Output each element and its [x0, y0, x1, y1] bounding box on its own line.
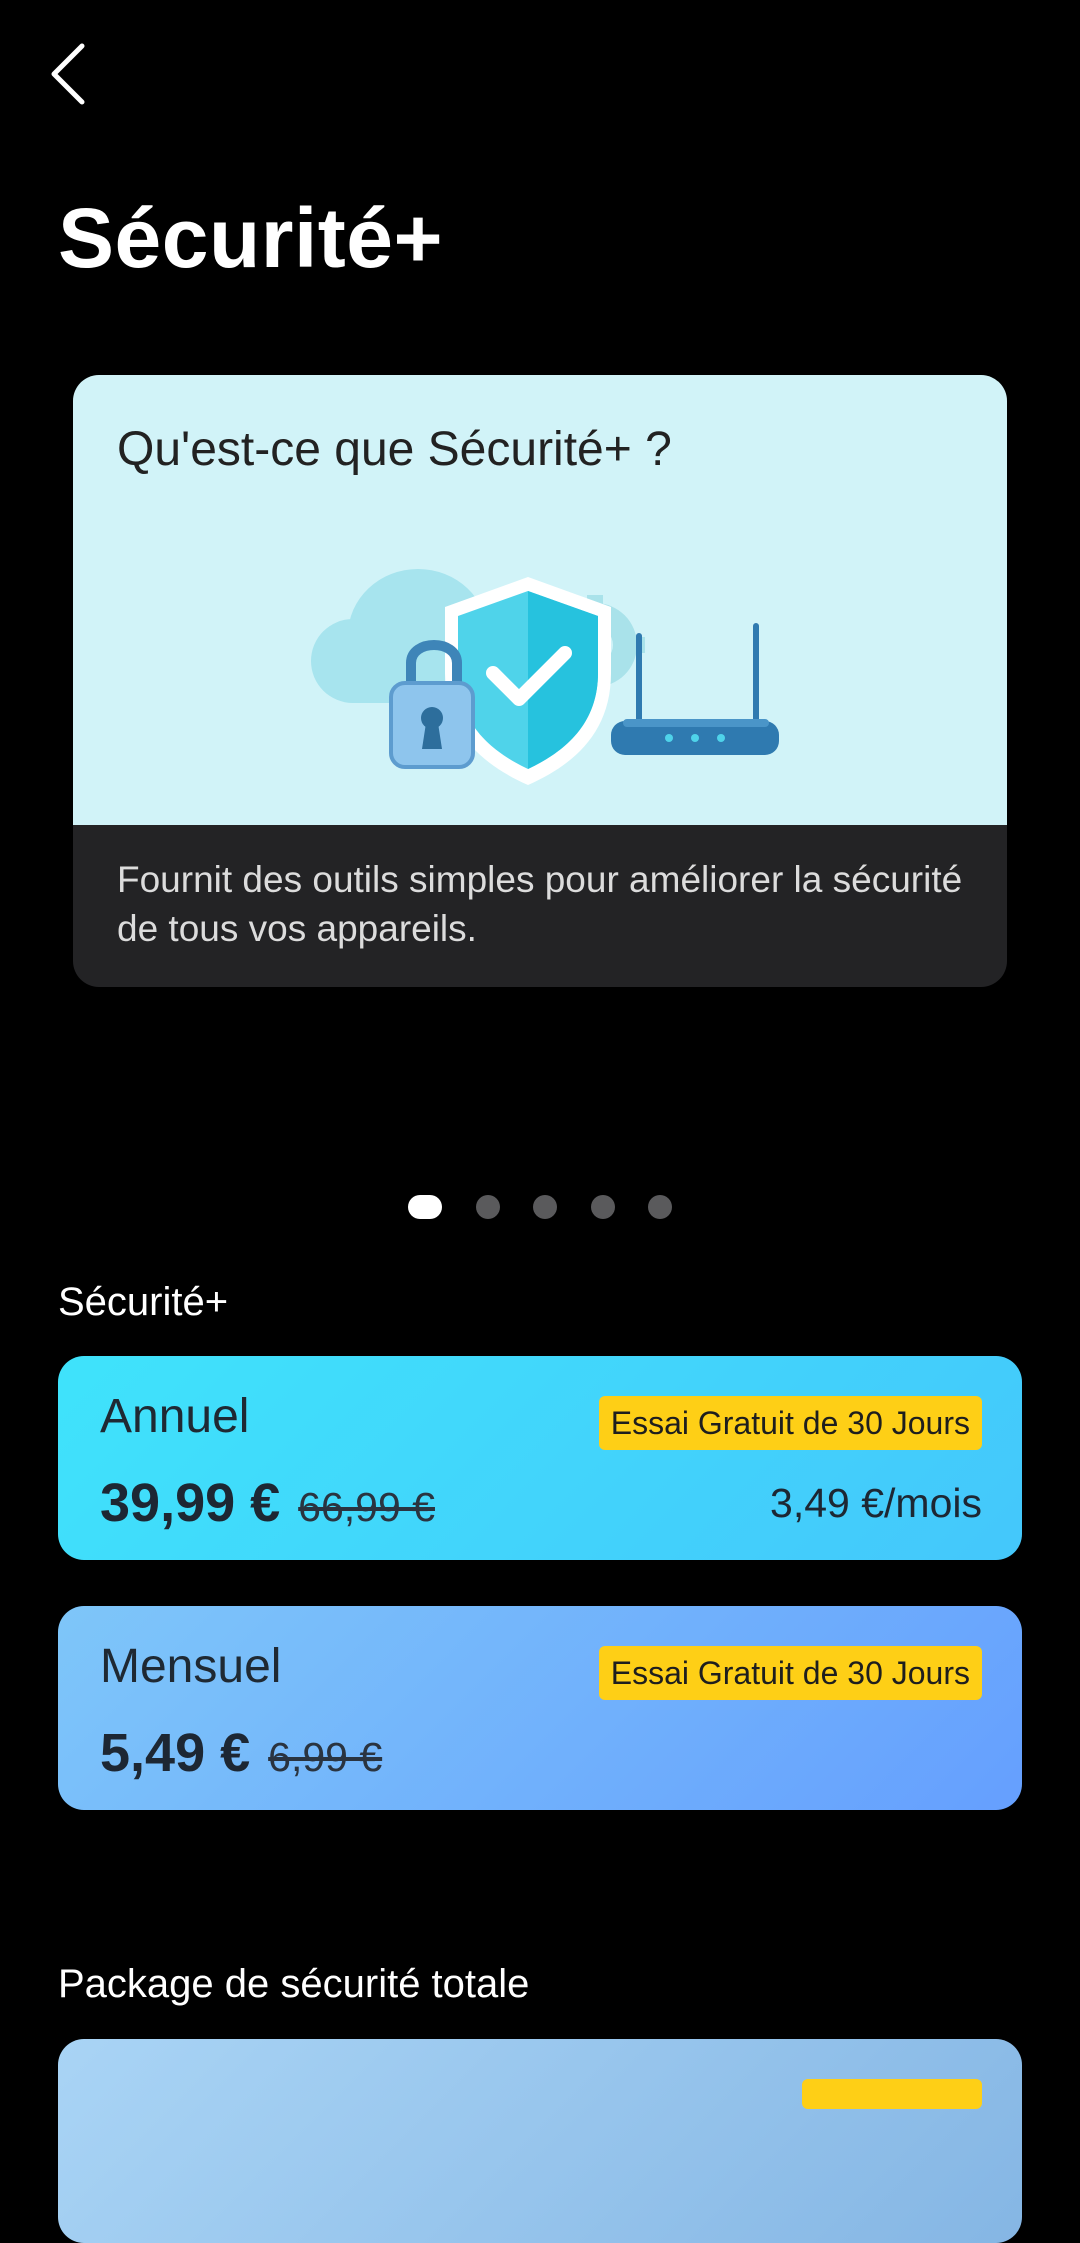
security-illustration [311, 569, 779, 785]
pager-dot[interactable] [533, 1195, 557, 1219]
page-title: Sécurité+ [58, 191, 444, 285]
feature-carousel-card[interactable]: Qu'est-ce que Sécurité+ ? Fournit des ou… [73, 375, 1007, 987]
carousel-card-top: Qu'est-ce que Sécurité+ ? [73, 375, 1007, 825]
plan-old-price: 6,99 € [268, 1734, 383, 1780]
plan-total-security-card[interactable] [58, 2039, 1022, 2243]
plan-name: Annuel [100, 1390, 250, 1443]
plan-price-per-month: 3,49 €/mois [770, 1480, 982, 1526]
pager-dot[interactable] [591, 1195, 615, 1219]
plan-monthly-card[interactable]: Mensuel Essai Gratuit de 30 Jours 5,49 €… [58, 1606, 1022, 1810]
section-title-total-security: Package de sécurité totale [58, 1962, 530, 2006]
carousel-pager [0, 1194, 1080, 1220]
pager-dot[interactable] [648, 1195, 672, 1219]
chevron-left-icon [51, 43, 85, 105]
plan-annual-card[interactable]: Annuel Essai Gratuit de 30 Jours 39,99 €… [58, 1356, 1022, 1560]
free-trial-badge: Essai Gratuit de 30 Jours [598, 1396, 982, 1451]
pager-dot[interactable] [476, 1195, 500, 1219]
pager-dot-active[interactable] [408, 1195, 442, 1219]
free-trial-badge: Essai Gratuit de 30 Jours [598, 1646, 982, 1701]
plan-old-price: 66,99 € [298, 1484, 435, 1530]
carousel-description: Fournit des outils simples pour améliore… [117, 859, 963, 949]
section-title-securite: Sécurité+ [58, 1280, 229, 1324]
plan-price: 5,49 € [100, 1723, 251, 1783]
price-row: 5,49 € 6,99 € [100, 1722, 382, 1784]
back-button[interactable] [48, 36, 112, 112]
router-icon [611, 623, 779, 755]
carousel-heading: Qu'est-ce que Sécurité+ ? [117, 423, 672, 476]
plan-price: 39,99 € [100, 1473, 281, 1533]
price-row: 39,99 € 66,99 € [100, 1472, 435, 1534]
plan-name: Mensuel [100, 1640, 282, 1693]
